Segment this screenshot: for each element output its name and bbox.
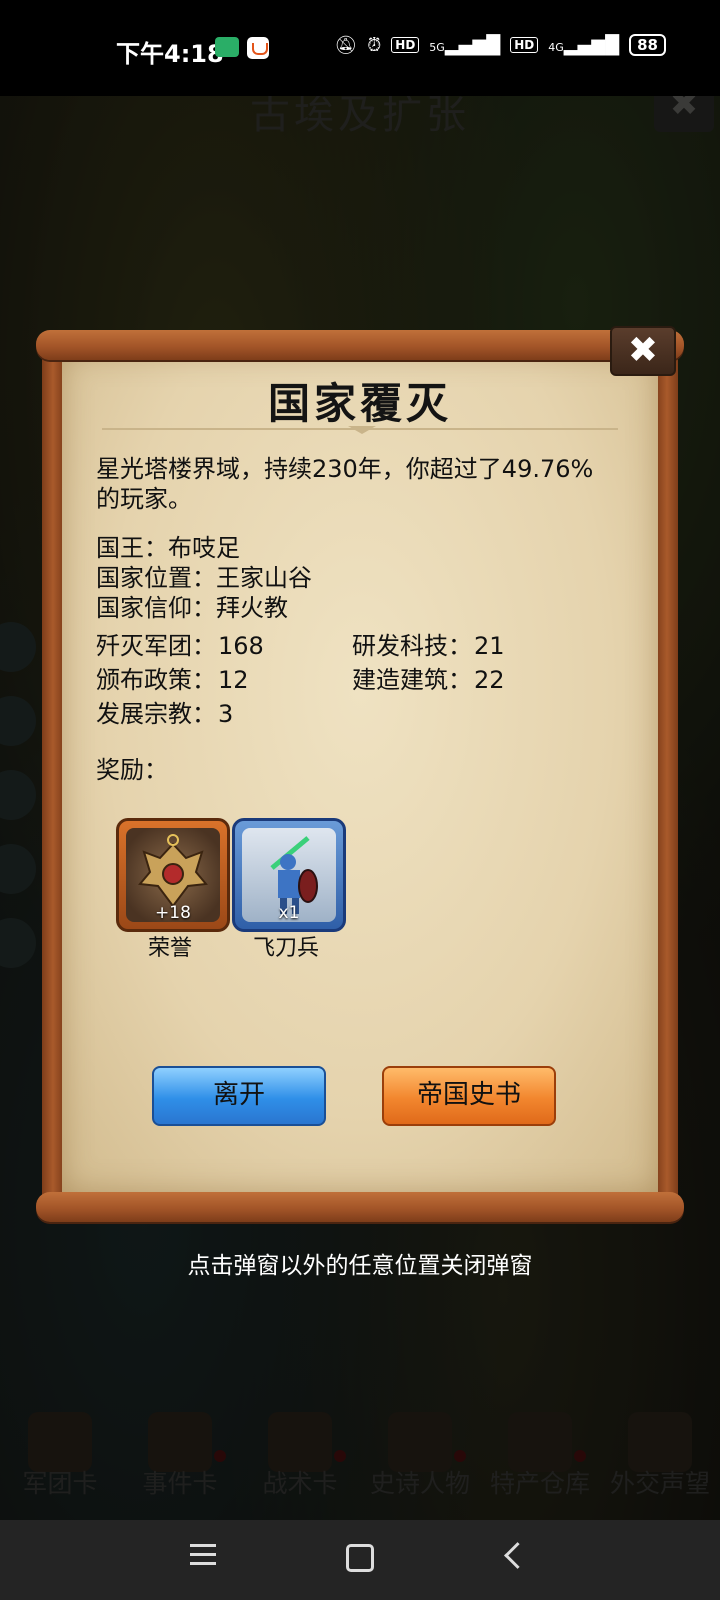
title-divider-ornament <box>348 426 376 434</box>
home-icon[interactable] <box>346 1544 374 1572</box>
stat-tech-researched: 研发科技：21 <box>352 626 505 661</box>
stat-label: 建造建筑： <box>352 666 472 694</box>
stat-label: 发展宗教： <box>96 700 216 728</box>
status-time: 下午4:18 <box>116 40 224 68</box>
navigation-bar <box>0 1520 720 1600</box>
stat-value: 3 <box>218 700 234 728</box>
empire-history-button[interactable]: 帝国史书 <box>382 1066 556 1126</box>
reward-quantity: +18 <box>155 903 191 923</box>
stat-label: 歼灭军团： <box>96 632 216 660</box>
rewards-heading: 奖励： <box>96 756 168 784</box>
dismiss-hint: 点击弹窗以外的任意位置关闭弹窗 <box>187 1253 533 1279</box>
stat-armies-destroyed: 歼灭军团：168 <box>96 626 264 661</box>
reward-label: 荣誉 <box>147 936 192 961</box>
dialog-title: 国家覆灭 <box>267 379 452 428</box>
network-type: 4G <box>548 40 564 54</box>
hd-icon: HD <box>391 37 420 53</box>
scroll-rod-bottom <box>36 1192 684 1222</box>
stat-label: 研发科技： <box>352 632 472 660</box>
alarm-icon: ⏰︎ <box>367 34 382 56</box>
stat-value: 21 <box>474 632 505 660</box>
signal-4g-icon: 4G▂▄▆█ <box>548 34 620 56</box>
status-bar: 下午4:18 🔕︎ ⏰︎ HD 5G▂▄▆█ HD 4G▂▄▆█ 88 <box>0 0 720 96</box>
back-icon[interactable] <box>504 1542 531 1569</box>
reward-knife-soldier[interactable]: x1 <box>232 818 346 932</box>
stat-value: 12 <box>218 666 249 694</box>
scroll-frame <box>42 350 64 1200</box>
app-notification-icon <box>247 37 269 59</box>
battery-icon: 88 <box>629 34 666 56</box>
reward-honor[interactable]: +18 <box>116 818 230 932</box>
wechat-icon <box>215 37 239 57</box>
network-type: 5G <box>429 40 445 54</box>
stat-label: 颁布政策： <box>96 666 216 694</box>
close-button[interactable]: ✖ <box>610 326 676 376</box>
menu-icon[interactable] <box>190 1544 216 1566</box>
reward-label: 飞刀兵 <box>252 936 319 961</box>
stat-buildings-built: 建造建筑：22 <box>352 660 505 695</box>
hd-icon: HD <box>510 37 539 53</box>
leave-button[interactable]: 离开 <box>152 1066 326 1126</box>
stat-policies-issued: 颁布政策：12 <box>96 660 249 695</box>
country-destroyed-dialog: ✖ 国家覆灭 星光塔楼界域，持续230年，你超过了49.76%的玩家。 国王：布… <box>36 326 684 1228</box>
stat-value: 168 <box>218 632 264 660</box>
status-icons: 🔕︎ ⏰︎ HD 5G▂▄▆█ HD 4G▂▄▆█ 88 <box>334 34 666 56</box>
stat-value: 22 <box>474 666 505 694</box>
mute-icon: 🔕︎ <box>334 34 358 56</box>
scroll-rod-top <box>36 330 684 360</box>
reward-quantity: x1 <box>278 903 300 923</box>
scroll-frame <box>656 350 678 1200</box>
summary-text: 星光塔楼界域，持续230年，你超过了49.76%的玩家。 <box>96 455 594 513</box>
signal-5g-icon: 5G▂▄▆█ <box>429 34 501 56</box>
faith-info: 国家信仰：拜火教 <box>96 594 288 622</box>
stat-religions-developed: 发展宗教：3 <box>96 694 233 729</box>
